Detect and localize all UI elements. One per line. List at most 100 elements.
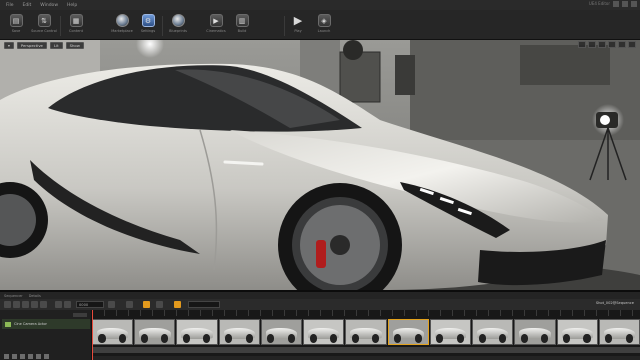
settings-button[interactable]: ⚙ Settings — [138, 14, 158, 37]
window-title: UE4 Editor — [588, 1, 610, 6]
filter-icon[interactable] — [64, 301, 71, 308]
settings-icon: ⚙ — [141, 14, 155, 27]
menu-edit[interactable]: Edit — [23, 3, 32, 8]
thumbnail-wheel — [351, 334, 359, 343]
shot-thumbnail[interactable] — [345, 319, 387, 345]
tab-sequencer[interactable]: Sequencer — [4, 294, 23, 298]
save-icon[interactable] — [4, 301, 11, 308]
scale-icon[interactable] — [598, 41, 606, 48]
toolbar-divider — [162, 16, 163, 36]
play-icon[interactable] — [28, 354, 33, 359]
record-icon[interactable] — [174, 301, 181, 308]
shot-thumbnail[interactable] — [598, 319, 640, 345]
timeline-area[interactable]: Shot_002@Sequence — [92, 301, 640, 360]
grid-snap-icon[interactable] — [608, 41, 616, 48]
step-back-icon[interactable] — [12, 354, 17, 359]
save-button[interactable]: ▤ Save — [6, 14, 26, 37]
shot-thumbnail[interactable] — [472, 319, 514, 345]
loop-icon[interactable] — [156, 301, 163, 308]
time-ruler[interactable] — [92, 310, 640, 316]
blueprints-button[interactable]: Blueprints — [168, 14, 188, 37]
time-field[interactable]: 0000 — [76, 301, 104, 308]
cinematics-button[interactable]: ▶ Cinematics — [206, 14, 226, 37]
viewport-render — [0, 40, 640, 290]
settings-icon[interactable] — [40, 301, 47, 308]
viewport-toolbar: ▾ Perspective Lit Show — [0, 40, 640, 50]
minimize-icon[interactable] — [613, 1, 619, 7]
rotate-icon[interactable] — [588, 41, 596, 48]
toolbar-divider — [60, 16, 61, 36]
track-row[interactable]: Cine Camera Actor — [2, 319, 90, 329]
shot-thumbnail[interactable] — [303, 319, 345, 345]
tab-details[interactable]: Details — [29, 294, 41, 298]
shot-section[interactable] — [92, 347, 640, 353]
thumbnail-wheel — [414, 334, 422, 343]
shot-thumbnail[interactable] — [556, 319, 598, 345]
camera-speed-icon[interactable] — [618, 41, 626, 48]
step-forward-icon[interactable] — [36, 354, 41, 359]
thumbnail-wheel — [287, 334, 295, 343]
level-viewport[interactable]: ▾ Perspective Lit Show — [0, 40, 640, 290]
jump-start-icon[interactable] — [4, 354, 9, 359]
play-icon: ▶ — [293, 14, 303, 27]
thumbnail-wheel — [625, 334, 633, 343]
sequencer-tabs: Sequencer Details — [0, 292, 640, 299]
thumbnail-wheel — [309, 334, 317, 343]
track-list: Cine Camera Actor — [0, 310, 92, 360]
close-icon[interactable] — [631, 1, 637, 7]
thumbnail-wheel — [330, 334, 338, 343]
playback-range-field[interactable] — [188, 301, 220, 308]
menu-help[interactable]: Help — [67, 3, 77, 8]
snap-icon[interactable] — [108, 301, 115, 308]
render-icon[interactable] — [31, 301, 38, 308]
play-reverse-icon[interactable] — [20, 354, 25, 359]
menu-window[interactable]: Window — [40, 3, 58, 8]
build-button[interactable]: ▥ Build — [232, 14, 252, 37]
thumbnail-wheel — [245, 334, 253, 343]
shot-thumbnail[interactable] — [387, 319, 429, 345]
blueprints-icon — [171, 14, 185, 27]
shot-thumbnail[interactable] — [218, 319, 260, 345]
playback-controls — [4, 354, 49, 359]
viewport-menu-button[interactable]: ▾ — [4, 41, 14, 49]
shot-name: Shot_002@Sequence — [595, 301, 634, 305]
thumbnail-wheel — [98, 334, 106, 343]
add-track-button[interactable] — [73, 313, 87, 317]
shot-thumbnail[interactable] — [514, 319, 556, 345]
timeline-scrollbar[interactable] — [92, 356, 640, 360]
window-controls — [613, 1, 637, 7]
thumbnail-wheel — [140, 334, 148, 343]
translate-icon[interactable] — [578, 41, 586, 48]
perspective-button[interactable]: Perspective — [16, 41, 47, 49]
search-icon[interactable] — [13, 301, 20, 308]
shot-thumbnail[interactable] — [429, 319, 472, 345]
play-button[interactable]: ▶ Play — [288, 14, 308, 37]
maximize-icon[interactable] — [622, 1, 628, 7]
shot-thumbnail[interactable] — [260, 319, 303, 345]
launch-icon: ◈ — [317, 14, 331, 27]
shot-thumbnail[interactable] — [176, 319, 218, 345]
content-button[interactable]: ▦ Content — [66, 14, 86, 37]
marketplace-button[interactable]: Marketplace — [111, 14, 133, 37]
thumbnail-wheel — [372, 334, 380, 343]
shot-thumbnail[interactable] — [92, 319, 134, 345]
camera-icon[interactable] — [22, 301, 29, 308]
thumbnail-wheel — [118, 334, 126, 343]
thumbnail-wheel — [225, 334, 233, 343]
source-control-icon: ⇅ — [37, 14, 51, 27]
autokey-icon[interactable] — [143, 301, 150, 308]
key-icon[interactable] — [55, 301, 62, 308]
build-icon: ▥ — [235, 14, 249, 27]
show-button[interactable]: Show — [65, 41, 84, 49]
shot-track[interactable] — [92, 347, 640, 353]
shot-thumbnails — [92, 319, 640, 345]
lock-icon[interactable] — [126, 301, 133, 308]
source-control-button[interactable]: ⇅ Source Control — [31, 14, 57, 37]
maximize-viewport-icon[interactable] — [628, 41, 636, 48]
view-mode-button[interactable]: Lit — [49, 41, 63, 49]
playhead[interactable] — [92, 310, 93, 360]
jump-end-icon[interactable] — [44, 354, 49, 359]
shot-thumbnail[interactable] — [134, 319, 176, 345]
menu-file[interactable]: File — [6, 3, 14, 8]
launch-button[interactable]: ◈ Launch — [314, 14, 334, 37]
